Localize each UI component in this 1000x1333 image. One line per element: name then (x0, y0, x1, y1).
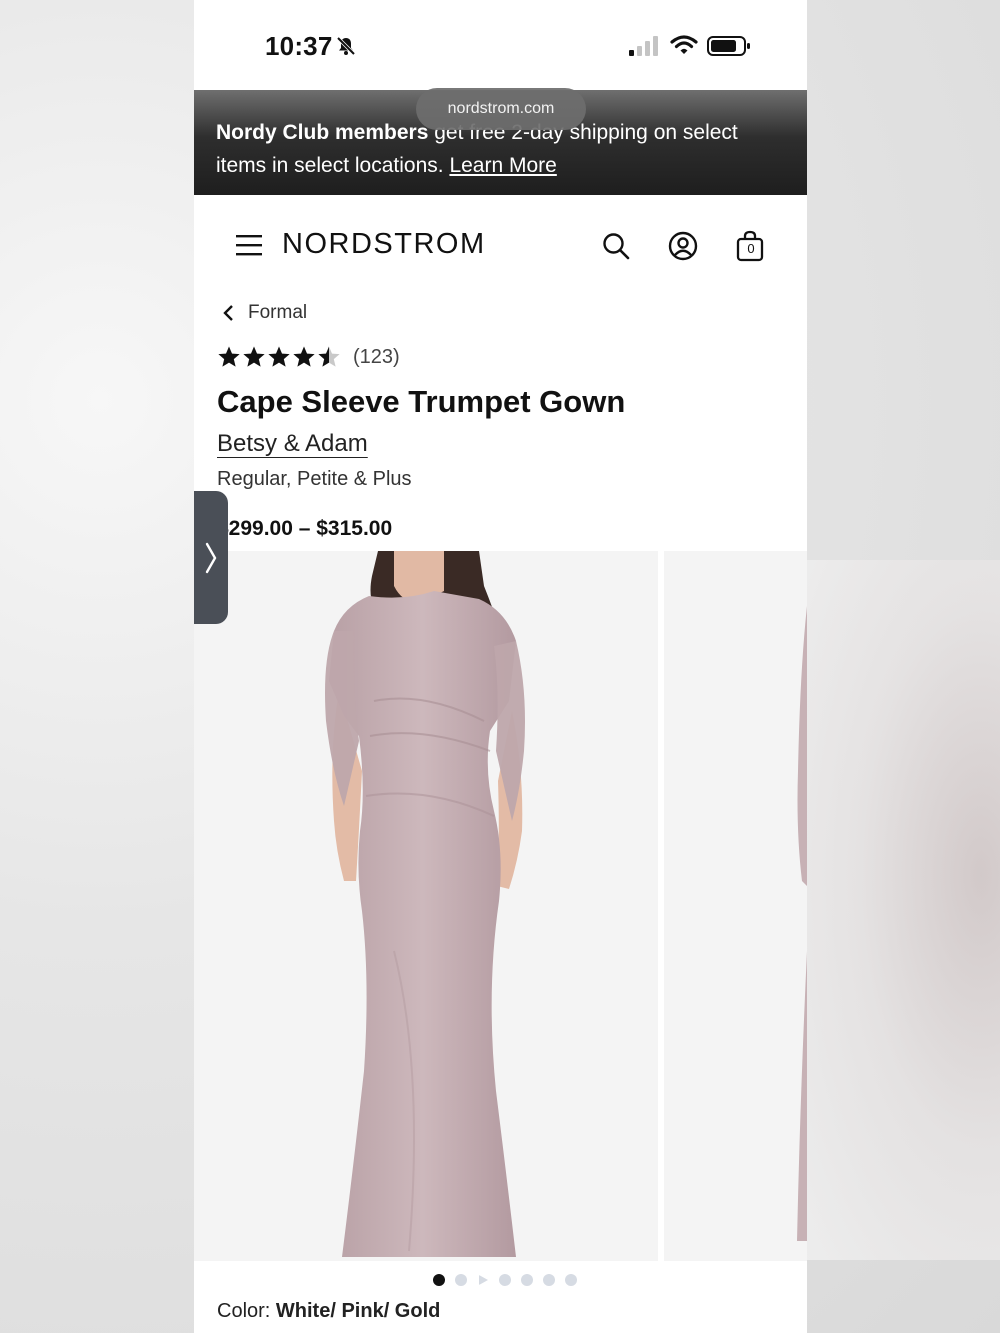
bag-count: 0 (747, 241, 755, 256)
bell-slash-icon (336, 36, 356, 56)
product-image-next[interactable] (664, 551, 807, 1261)
gallery-dot[interactable] (454, 1274, 467, 1286)
site-header: NORDSTROM 0 (194, 195, 807, 295)
promo-bold-text: Nordy Club members (216, 121, 429, 144)
chevron-right-icon (205, 542, 217, 573)
gallery-dot[interactable] (432, 1274, 445, 1286)
browser-url-pill[interactable]: nordstrom.com (416, 88, 586, 130)
dress-model-image-partial (664, 551, 807, 1261)
menu-icon[interactable] (236, 233, 262, 257)
selected-color: Color: White/ Pink/ Gold (217, 1300, 440, 1323)
product-gallery[interactable] (194, 551, 807, 1261)
color-label: Color: (217, 1300, 276, 1322)
cellular-signal-icon (629, 36, 658, 56)
gallery-dot[interactable] (542, 1274, 555, 1286)
star-icon (268, 346, 290, 367)
star-icon (218, 346, 240, 367)
nordstrom-logo[interactable]: NORDSTROM (282, 228, 486, 261)
star-icon (243, 346, 265, 367)
status-time: 10:37 (265, 31, 333, 61)
gallery-dot[interactable] (564, 1274, 577, 1286)
brand-link[interactable]: Betsy & Adam (217, 430, 368, 458)
phone-screen: 10:37 nordstrom.com Nordy Club members g… (194, 0, 807, 1333)
star-icon (293, 346, 315, 367)
size-ranges: Regular, Petite & Plus (217, 468, 412, 490)
status-bar: 10:37 (194, 0, 807, 90)
rating-stars (217, 345, 341, 369)
breadcrumb-label: Formal (248, 302, 308, 323)
dress-model-image (194, 551, 658, 1261)
side-panel-toggle[interactable] (194, 491, 228, 624)
gallery-dot[interactable] (520, 1274, 533, 1286)
search-icon[interactable] (602, 232, 630, 260)
price-range: $299.00 – $315.00 (217, 517, 393, 540)
product-rating[interactable]: (123) (217, 345, 400, 369)
color-value: White/ Pink/ Gold (275, 1300, 441, 1322)
account-icon[interactable] (668, 231, 698, 261)
review-count: (123) (353, 345, 400, 368)
chevron-left-icon (223, 305, 233, 321)
product-image-main[interactable] (194, 551, 658, 1261)
gallery-pagination (194, 1274, 807, 1286)
learn-more-link[interactable]: Learn More (449, 154, 556, 177)
star-icon (318, 346, 340, 367)
wifi-icon (670, 35, 698, 54)
video-play-icon[interactable] (477, 1274, 489, 1286)
product-title: Cape Sleeve Trumpet Gown (217, 384, 626, 419)
battery-icon (707, 36, 750, 56)
gallery-dot[interactable] (498, 1274, 511, 1286)
breadcrumb-back[interactable]: Formal (222, 302, 307, 324)
